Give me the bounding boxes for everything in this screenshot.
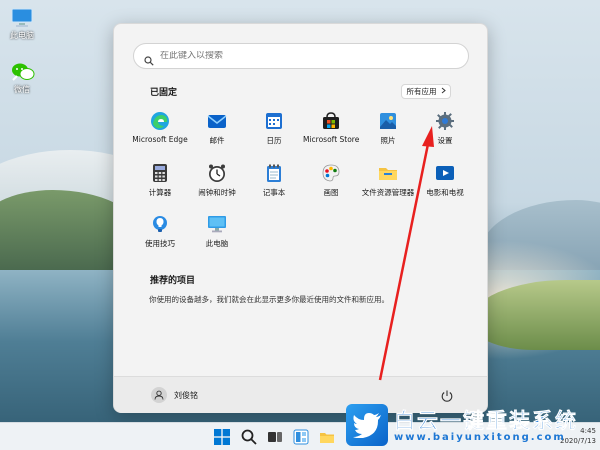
pinned-app-file-explorer[interactable]: 文件资源管理器 xyxy=(360,160,416,204)
pinned-app-tips[interactable]: 使用技巧 xyxy=(132,211,188,255)
app-label: 此电脑 xyxy=(205,239,229,248)
widgets-button[interactable] xyxy=(292,428,310,446)
edge-icon xyxy=(150,111,170,131)
search-input[interactable] xyxy=(160,51,440,61)
wechat-icon xyxy=(11,62,35,82)
watermark-title: 白云一键重装系统 xyxy=(394,409,578,434)
monitor-icon xyxy=(11,8,33,28)
bird-logo-icon xyxy=(346,404,388,446)
store-icon xyxy=(321,111,341,131)
gear-icon xyxy=(435,111,455,131)
calendar-icon xyxy=(264,111,284,131)
photos-icon xyxy=(378,111,398,131)
task-view-button[interactable] xyxy=(266,428,284,446)
avatar xyxy=(151,387,167,403)
user-account-button[interactable]: 刘俊铭 xyxy=(151,387,198,403)
movies-icon xyxy=(435,163,455,183)
pinned-app-notepad[interactable]: 记事本 xyxy=(246,160,302,204)
widgets-icon xyxy=(293,429,309,445)
app-label: Microsoft Store xyxy=(303,135,360,144)
app-label: 使用技巧 xyxy=(145,239,175,248)
desktop-icon-wechat[interactable]: 微信 xyxy=(2,62,42,95)
desktop-icon-label: 微信 xyxy=(14,85,30,94)
pinned-app-calculator[interactable]: 计算器 xyxy=(132,160,188,204)
app-label: 日历 xyxy=(266,136,282,145)
start-menu: 已固定 所有应用 Microsoft Edge 邮件 日历 xyxy=(113,23,488,413)
pinned-app-store[interactable]: Microsoft Store xyxy=(303,108,359,152)
watermark-url: www.baiyunxitong.com xyxy=(394,432,566,443)
app-label: 设置 xyxy=(437,136,453,145)
app-label: 邮件 xyxy=(209,136,225,145)
start-button[interactable] xyxy=(213,428,231,446)
power-icon xyxy=(441,390,453,402)
folder-icon xyxy=(378,163,398,183)
recommended-title: 推荐的项目 xyxy=(150,276,196,286)
task-view-icon xyxy=(268,432,282,442)
computer-icon xyxy=(207,214,227,234)
tips-icon xyxy=(150,214,170,234)
all-apps-label: 所有应用 xyxy=(406,87,437,96)
pinned-app-this-pc[interactable]: 此电脑 xyxy=(189,211,245,255)
search-icon xyxy=(241,429,257,445)
recommended-description: 你使用的设备越多，我们就会在此显示更多你最近使用的文件和新应用。 xyxy=(149,295,389,304)
desktop-icon-label: 此电脑 xyxy=(10,31,34,40)
pinned-app-paint[interactable]: 画图 xyxy=(303,160,359,204)
pinned-app-edge[interactable]: Microsoft Edge xyxy=(132,108,188,152)
app-label: 闹钟和时钟 xyxy=(198,188,236,197)
app-label: 计算器 xyxy=(148,188,172,197)
app-label: 画图 xyxy=(323,188,339,197)
pinned-app-settings[interactable]: 设置 xyxy=(417,108,473,152)
pinned-title: 已固定 xyxy=(150,88,178,98)
desktop-icon-this-pc[interactable]: 此电脑 xyxy=(2,8,42,41)
taskbar-file-explorer[interactable] xyxy=(318,428,336,446)
app-label: 照片 xyxy=(380,136,396,145)
app-label: 文件资源管理器 xyxy=(361,188,415,197)
power-button[interactable] xyxy=(440,388,454,402)
chevron-right-icon xyxy=(441,87,446,96)
paint-icon xyxy=(321,163,341,183)
mail-icon xyxy=(207,111,227,131)
pinned-app-calendar[interactable]: 日历 xyxy=(246,108,302,152)
taskbar-search-button[interactable] xyxy=(240,428,258,446)
app-label: 记事本 xyxy=(262,188,286,197)
all-apps-button[interactable]: 所有应用 xyxy=(401,84,451,99)
calculator-icon xyxy=(150,163,170,183)
folder-icon xyxy=(320,433,334,443)
pinned-app-movies[interactable]: 电影和电视 xyxy=(417,160,473,204)
pinned-app-mail[interactable]: 邮件 xyxy=(189,108,245,152)
app-label: 电影和电视 xyxy=(426,188,464,197)
search-icon xyxy=(144,51,154,66)
windows-icon xyxy=(214,429,230,445)
clock-icon xyxy=(207,163,227,183)
watermark: 白云一键重装系统 www.baiyunxitong.com xyxy=(346,404,598,448)
app-label: Microsoft Edge xyxy=(132,135,188,144)
pinned-app-photos[interactable]: 照片 xyxy=(360,108,416,152)
notepad-icon xyxy=(264,163,284,183)
user-name: 刘俊铭 xyxy=(174,390,198,400)
pinned-app-clock[interactable]: 闹钟和时钟 xyxy=(189,160,245,204)
search-box[interactable] xyxy=(133,43,469,69)
